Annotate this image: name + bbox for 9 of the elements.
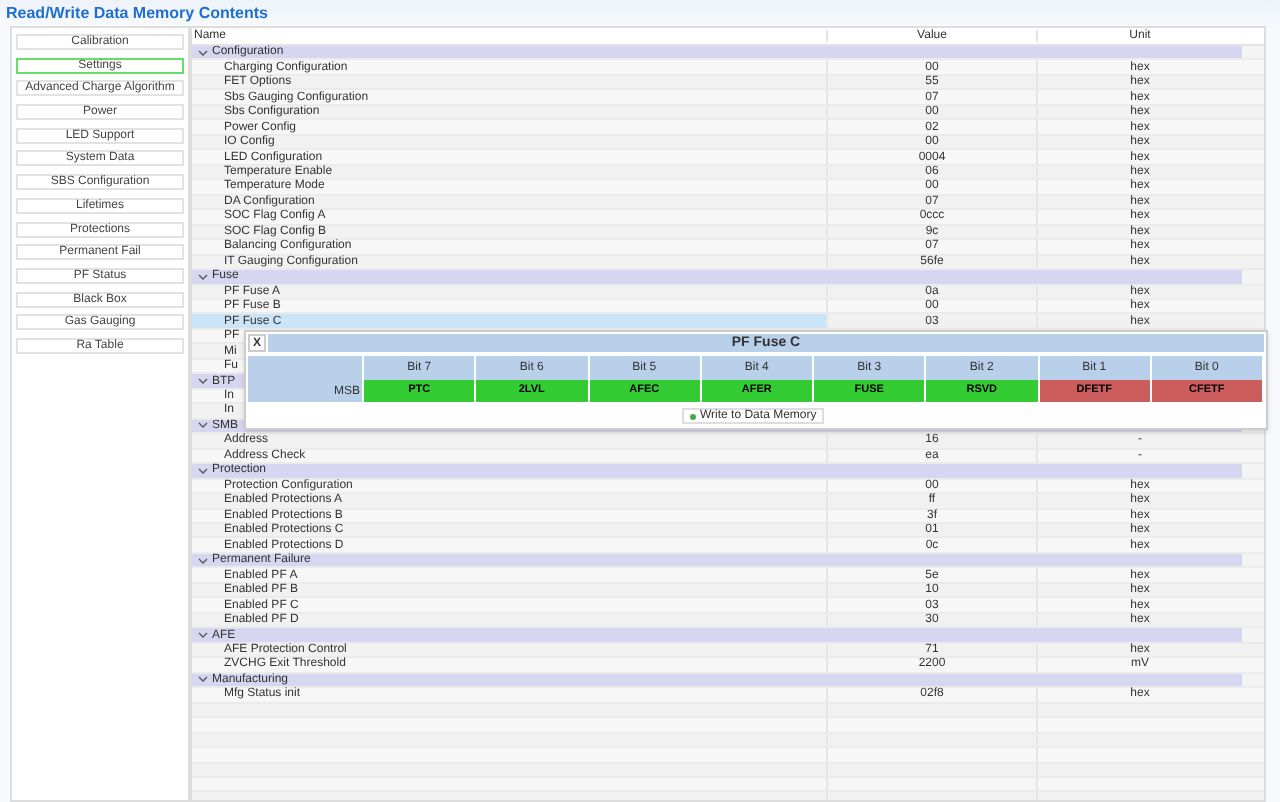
chevron-icon[interactable]	[198, 555, 208, 566]
chevron-icon[interactable]	[198, 630, 208, 641]
chevron-icon[interactable]	[198, 420, 208, 431]
chevron-icon[interactable]	[198, 47, 208, 58]
chevron-icon[interactable]	[198, 674, 208, 685]
window-title: Read/Write Data Memory Contents	[6, 5, 268, 21]
chevron-icon[interactable]	[198, 465, 208, 476]
chevron-icon[interactable]	[198, 376, 208, 387]
chevron-icon[interactable]	[198, 271, 208, 282]
